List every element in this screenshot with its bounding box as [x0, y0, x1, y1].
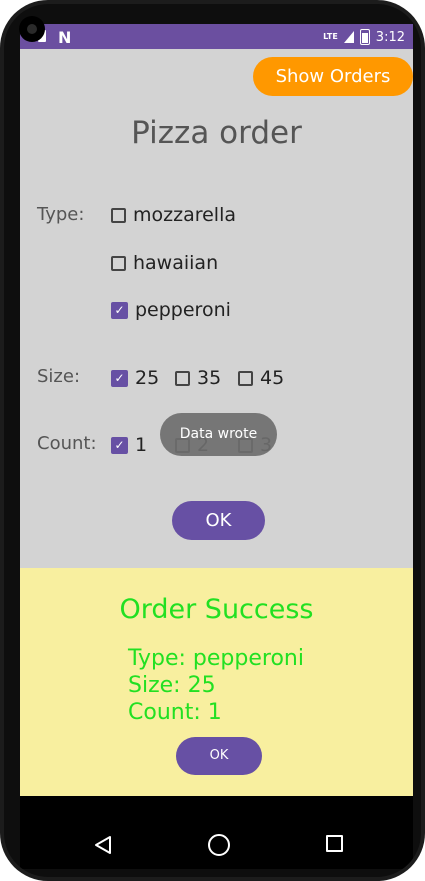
network-type: LTE [323, 32, 338, 41]
n-logo-icon: N [58, 28, 72, 47]
phone-bezel: N LTE 3:12 Show Orders Pizza order Type:… [4, 4, 421, 877]
checkmark-icon: ✓ [111, 369, 128, 387]
count-label: Count: [37, 433, 97, 454]
checkbox-unchecked-icon [111, 255, 126, 271]
checkbox-label: pepperoni [135, 299, 231, 321]
checkbox-unchecked-icon [111, 207, 126, 223]
status-time: 3:12 [375, 29, 405, 45]
checkmark-icon: ✓ [111, 436, 128, 454]
status-right: LTE 3:12 [323, 28, 405, 46]
back-icon[interactable] [94, 835, 112, 855]
camera-icon [19, 16, 45, 42]
phone-frame: N LTE 3:12 Show Orders Pizza order Type:… [0, 0, 425, 881]
checkbox-size-45[interactable]: 45 [238, 367, 284, 389]
type-label: Type: [37, 204, 85, 225]
home-icon[interactable] [208, 834, 230, 856]
checkbox-size-25[interactable]: ✓ 25 [111, 367, 159, 389]
page-title: Pizza order [131, 115, 302, 151]
screen: N LTE 3:12 Show Orders Pizza order Type:… [20, 24, 413, 869]
checkbox-label: 45 [260, 367, 285, 389]
status-bar: N LTE 3:12 [20, 24, 413, 49]
size-label: Size: [37, 366, 81, 387]
show-orders-button[interactable]: Show Orders [253, 57, 413, 96]
recents-icon[interactable] [326, 835, 343, 852]
checkbox-unchecked-icon [175, 370, 190, 386]
ok-button[interactable]: OK [172, 501, 265, 540]
success-ok-button[interactable]: OK [176, 737, 262, 775]
checkbox-label: 1 [135, 434, 148, 456]
order-type-text: Type: pepperoni [128, 646, 304, 671]
checkbox-size-35[interactable]: 35 [175, 367, 221, 389]
navigation-bar [20, 821, 413, 869]
checkbox-label: mozzarella [133, 204, 237, 226]
battery-icon [359, 29, 370, 45]
order-success-panel: Order Success Type: pepperoni Size: 25 C… [20, 568, 413, 796]
order-size-text: Size: 25 [128, 673, 216, 698]
signal-icon [343, 31, 354, 43]
checkbox-count-1[interactable]: ✓ 1 [111, 434, 147, 456]
order-form: Show Orders Pizza order Type: mozzarella… [20, 49, 413, 796]
checkbox-unchecked-icon [238, 370, 253, 386]
toast-message: Data wrote [160, 413, 277, 456]
checkbox-pepperoni[interactable]: ✓ pepperoni [111, 299, 231, 321]
checkbox-hawaiian[interactable]: hawaiian [111, 252, 218, 274]
checkmark-icon: ✓ [111, 301, 128, 319]
checkbox-label: 35 [197, 367, 222, 389]
checkbox-label: hawaiian [133, 252, 219, 274]
order-count-text: Count: 1 [128, 700, 222, 725]
checkbox-label: 25 [135, 367, 160, 389]
checkbox-mozzarella[interactable]: mozzarella [111, 204, 236, 226]
success-title: Order Success [119, 594, 314, 625]
